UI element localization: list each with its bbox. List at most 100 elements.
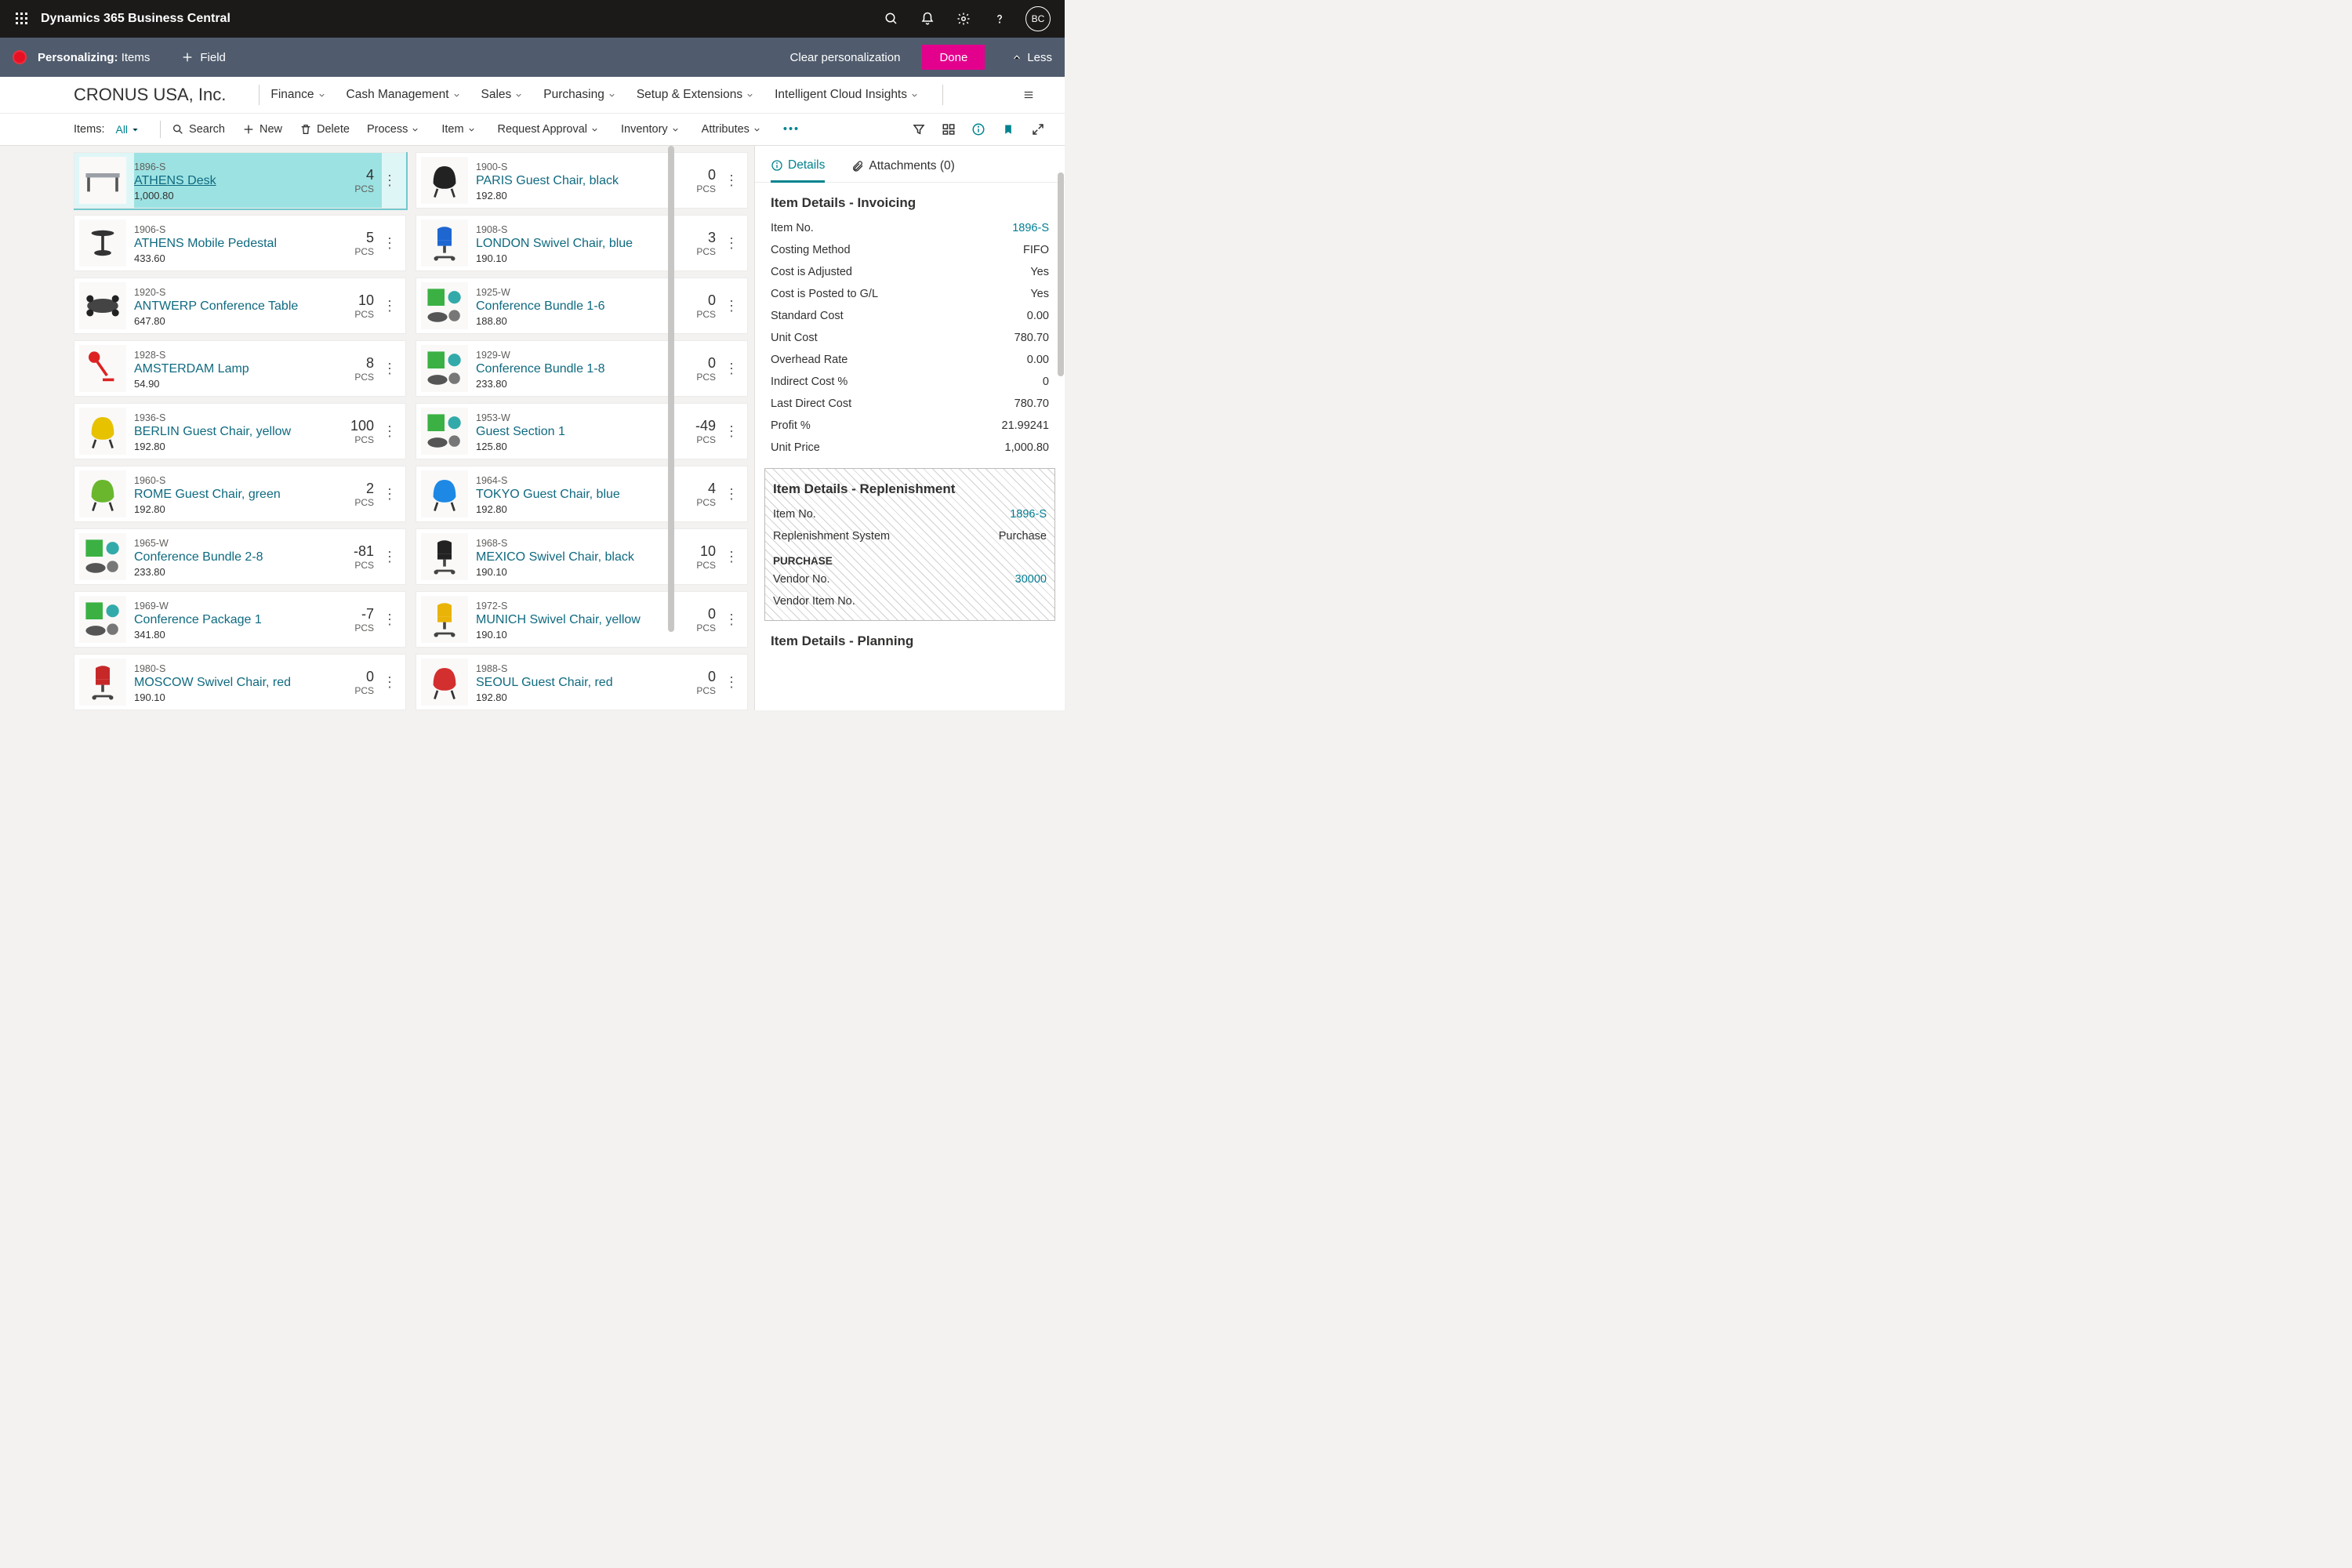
inventory-menu[interactable]: Inventory: [621, 123, 684, 136]
item-name[interactable]: MOSCOW Swivel Chair, red: [134, 676, 354, 690]
item-sku: 1969-W: [134, 601, 354, 612]
bookmark-icon[interactable]: [1000, 122, 1016, 137]
item-card[interactable]: 1960-SROME Guest Chair, green192.802PCS⋮: [74, 466, 406, 522]
search-icon[interactable]: [873, 0, 909, 38]
item-actions-icon[interactable]: ⋮: [382, 235, 397, 252]
nav-setup-extensions[interactable]: Setup & Extensions: [637, 88, 754, 102]
item-actions-icon[interactable]: ⋮: [724, 549, 739, 565]
item-name[interactable]: Conference Package 1: [134, 613, 354, 627]
item-unit: PCS: [354, 372, 374, 383]
expand-icon[interactable]: [1030, 122, 1046, 137]
item-card[interactable]: 1972-SMUNICH Swivel Chair, yellow190.100…: [416, 591, 748, 648]
item-name[interactable]: AMSTERDAM Lamp: [134, 362, 354, 376]
item-name[interactable]: LONDON Swivel Chair, blue: [476, 237, 696, 251]
item-actions-icon[interactable]: ⋮: [724, 486, 739, 503]
item-actions-icon[interactable]: ⋮: [382, 486, 397, 503]
more-actions-icon[interactable]: •••: [783, 123, 800, 136]
item-actions-icon[interactable]: ⋮: [724, 361, 739, 377]
nav-finance[interactable]: Finance: [270, 88, 325, 102]
item-card[interactable]: 1969-WConference Package 1341.80-7PCS⋮: [74, 591, 406, 648]
item-card[interactable]: 1936-SBERLIN Guest Chair, yellow192.8010…: [74, 403, 406, 459]
item-menu[interactable]: Item: [441, 123, 480, 136]
item-name[interactable]: MEXICO Swivel Chair, black: [476, 550, 696, 564]
item-card[interactable]: 1968-SMEXICO Swivel Chair, black190.1010…: [416, 528, 748, 585]
item-name[interactable]: ATHENS Desk: [134, 174, 354, 188]
item-card[interactable]: 1929-WConference Bundle 1-8233.800PCS⋮: [416, 340, 748, 397]
view-filter[interactable]: All: [115, 123, 140, 136]
nav-cash-management[interactable]: Cash Management: [347, 88, 461, 102]
detail-value[interactable]: 30000: [1015, 573, 1047, 586]
item-name[interactable]: BERLIN Guest Chair, yellow: [134, 425, 350, 439]
process-menu[interactable]: Process: [367, 123, 424, 136]
item-qty: 0: [354, 669, 374, 685]
item-actions-icon[interactable]: ⋮: [382, 361, 397, 377]
item-actions-icon[interactable]: ⋮: [724, 423, 739, 440]
item-actions-icon[interactable]: ⋮: [724, 172, 739, 189]
nav-sales[interactable]: Sales: [481, 88, 524, 102]
layout-icon[interactable]: [941, 122, 956, 137]
item-actions-icon[interactable]: ⋮: [724, 235, 739, 252]
item-card[interactable]: 1953-WGuest Section 1125.80-49PCS⋮: [416, 403, 748, 459]
item-card[interactable]: 1928-SAMSTERDAM Lamp54.908PCS⋮: [74, 340, 406, 397]
new-button[interactable]: New: [242, 123, 282, 136]
clear-personalization-link[interactable]: Clear personalization: [790, 51, 901, 64]
delete-button[interactable]: Delete: [299, 123, 350, 136]
item-actions-icon[interactable]: ⋮: [382, 172, 397, 189]
item-thumbnail: [421, 596, 468, 643]
item-actions-icon[interactable]: ⋮: [724, 674, 739, 691]
item-actions-icon[interactable]: ⋮: [382, 549, 397, 565]
hamburger-icon[interactable]: [1021, 87, 1036, 103]
done-button[interactable]: Done: [922, 45, 985, 70]
less-toggle[interactable]: Less: [1011, 51, 1052, 64]
nav-purchasing[interactable]: Purchasing: [543, 88, 616, 102]
item-name[interactable]: PARIS Guest Chair, black: [476, 174, 696, 188]
item-actions-icon[interactable]: ⋮: [382, 612, 397, 628]
attributes-menu[interactable]: Attributes: [702, 123, 766, 136]
item-name[interactable]: SEOUL Guest Chair, red: [476, 676, 696, 690]
tab-details[interactable]: Details: [771, 154, 825, 183]
item-card[interactable]: 1964-STOKYO Guest Chair, blue192.804PCS⋮: [416, 466, 748, 522]
item-name[interactable]: Conference Bundle 1-6: [476, 299, 696, 314]
item-name[interactable]: ATHENS Mobile Pedestal: [134, 237, 354, 251]
details-scrollbar[interactable]: [1058, 172, 1064, 376]
item-actions-icon[interactable]: ⋮: [382, 423, 397, 440]
item-card[interactable]: 1988-SSEOUL Guest Chair, red192.800PCS⋮: [416, 654, 748, 710]
item-name[interactable]: Conference Bundle 2-8: [134, 550, 354, 564]
nav-intelligent-cloud-insights[interactable]: Intelligent Cloud Insights: [775, 88, 919, 102]
item-name[interactable]: TOKYO Guest Chair, blue: [476, 488, 696, 502]
help-icon[interactable]: [982, 0, 1018, 38]
item-card[interactable]: 1965-WConference Bundle 2-8233.80-81PCS⋮: [74, 528, 406, 585]
item-card[interactable]: 1920-SANTWERP Conference Table647.8010PC…: [74, 278, 406, 334]
item-actions-icon[interactable]: ⋮: [724, 612, 739, 628]
item-actions-icon[interactable]: ⋮: [724, 298, 739, 314]
request-approval-menu[interactable]: Request Approval: [498, 123, 604, 136]
item-actions-icon[interactable]: ⋮: [382, 674, 397, 691]
company-name[interactable]: CRONUS USA, Inc.: [74, 85, 226, 105]
item-card[interactable]: 1906-SATHENS Mobile Pedestal433.605PCS⋮: [74, 215, 406, 271]
item-actions-icon[interactable]: ⋮: [382, 298, 397, 314]
item-card[interactable]: 1908-SLONDON Swivel Chair, blue190.103PC…: [416, 215, 748, 271]
item-thumbnail: [79, 345, 126, 392]
search-button[interactable]: Search: [172, 123, 225, 136]
list-scrollbar[interactable]: [668, 146, 674, 710]
item-name[interactable]: Conference Bundle 1-8: [476, 362, 696, 376]
app-launcher-icon[interactable]: [6, 0, 38, 38]
item-name[interactable]: Guest Section 1: [476, 425, 695, 439]
item-name[interactable]: MUNICH Swivel Chair, yellow: [476, 613, 696, 627]
user-avatar[interactable]: BC: [1025, 6, 1051, 31]
add-field-button[interactable]: Field: [181, 51, 226, 64]
item-card[interactable]: 1925-WConference Bundle 1-6188.800PCS⋮: [416, 278, 748, 334]
item-card[interactable]: 1900-SPARIS Guest Chair, black192.800PCS…: [416, 152, 748, 209]
item-price: 433.60: [134, 252, 354, 264]
detail-value[interactable]: 1896-S: [1012, 222, 1049, 234]
item-card[interactable]: 1896-SATHENS Desk1,000.804PCS⋮: [74, 152, 406, 209]
item-name[interactable]: ROME Guest Chair, green: [134, 488, 354, 502]
detail-value[interactable]: 1896-S: [1010, 508, 1047, 521]
settings-icon[interactable]: [946, 0, 982, 38]
notifications-icon[interactable]: [909, 0, 946, 38]
filter-icon[interactable]: [911, 122, 927, 137]
tab-attachments[interactable]: Attachments (0): [851, 154, 954, 182]
item-name[interactable]: ANTWERP Conference Table: [134, 299, 354, 314]
item-card[interactable]: 1980-SMOSCOW Swivel Chair, red190.100PCS…: [74, 654, 406, 710]
info-icon[interactable]: [971, 122, 986, 137]
